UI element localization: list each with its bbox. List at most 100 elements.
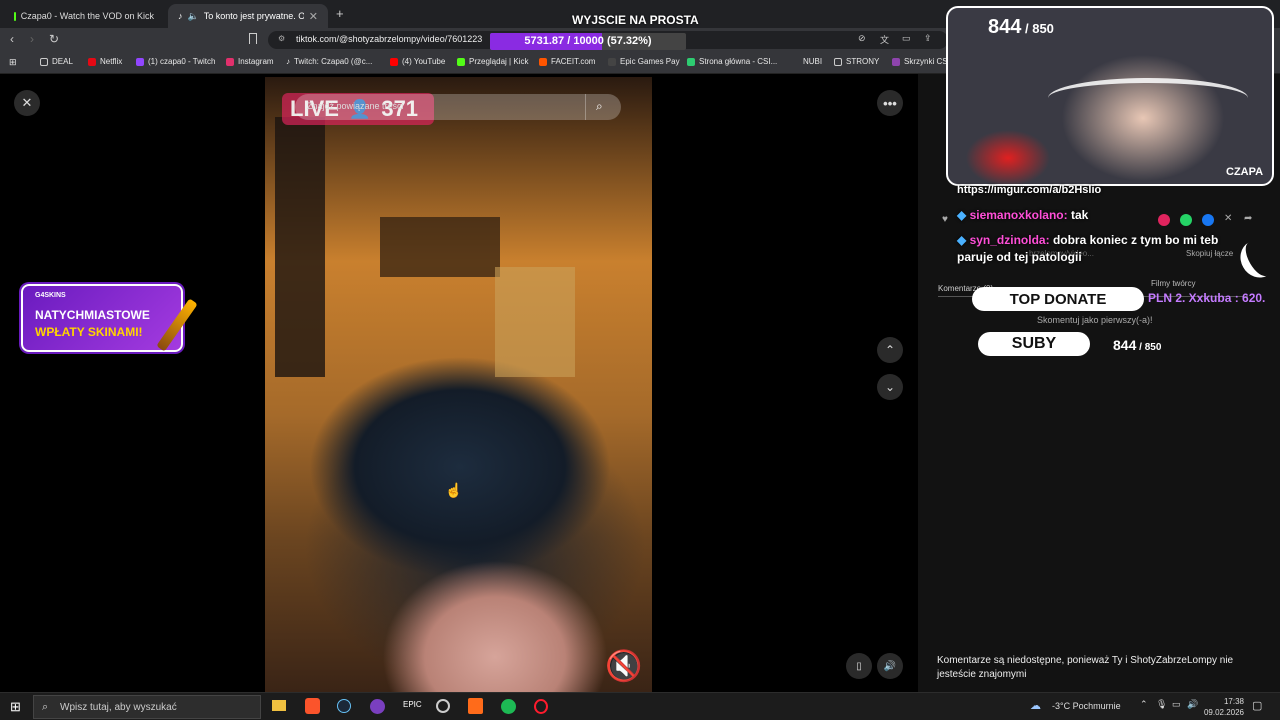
bookmark-label: NUBI xyxy=(803,57,823,66)
tray-chevron-icon[interactable]: ⌃ xyxy=(1140,699,1148,710)
epic-icon xyxy=(608,57,616,66)
mute-overlay-icon: 🔇 xyxy=(605,650,643,683)
bookmark-label: Twitch: Czapa0 (@c... xyxy=(294,57,373,66)
skrzynki-icon xyxy=(892,57,900,66)
tab-tiktok[interactable]: ♪ 🔈 To konto jest prywatne. Obse ✕ xyxy=(168,4,328,28)
bookmark-tiktok-czapa[interactable]: ♪ Twitch: Czapa0 (@c... xyxy=(286,57,372,66)
new-tab-icon[interactable]: + xyxy=(336,6,344,21)
bookmark-label: Epic Games Pay xyxy=(620,57,680,66)
csi-icon xyxy=(687,57,695,66)
forward-icon[interactable]: › xyxy=(30,32,34,46)
bookmark-nubi[interactable]: NUBI xyxy=(803,57,822,66)
next-video-icon[interactable]: ⌄ xyxy=(877,374,903,400)
close-tab-icon[interactable]: ✕ xyxy=(309,10,318,23)
creator-videos-tab[interactable]: Filmy twórcy xyxy=(1151,279,1195,288)
bookmark-netflix[interactable]: Netflix xyxy=(88,57,122,66)
bookmark-youtube[interactable]: (4) YouTube xyxy=(390,57,445,66)
apps-icon[interactable]: ⊞ xyxy=(9,57,17,68)
opera-icon[interactable] xyxy=(534,699,548,714)
volume-icon[interactable]: 🔊 xyxy=(877,653,903,679)
bookmark-label: STRONY xyxy=(846,57,880,66)
tab-kick-vod[interactable]: Czapa0 - Watch the VOD on Kick xyxy=(4,4,164,28)
promo-brand: G4SKINS xyxy=(35,292,66,299)
top-donate-entry: PLN 2. Xxkuba : 620. xyxy=(1148,291,1266,305)
close-icon[interactable]: ✕ xyxy=(14,90,40,116)
clock-date: 09.02.2026 xyxy=(1203,708,1244,717)
bookmark-skrzynki[interactable]: Skrzynki CS xyxy=(892,57,948,66)
spotify-icon[interactable] xyxy=(501,699,516,714)
bookmark-label: Strona główna - CSI... xyxy=(699,57,778,66)
obs-icon[interactable] xyxy=(436,699,450,713)
webcam-overlay: 844 / 850 CZAPA xyxy=(946,6,1274,186)
cam-sub-counter: 844 / 850 xyxy=(988,16,1054,38)
bookmark-icon[interactable] xyxy=(249,33,257,44)
taskbar-search-placeholder: Wpisz tutaj, aby wyszukać xyxy=(60,702,177,713)
tab-title: Czapa0 - Watch the VOD on Kick xyxy=(20,11,154,21)
mic-icon[interactable]: 🎙 xyxy=(1156,699,1167,710)
epic-games-icon[interactable]: EPIC xyxy=(403,700,422,709)
tab-title: To konto jest prywatne. Obse xyxy=(203,11,304,21)
bookmark-faceit[interactable]: FACEIT.com xyxy=(539,57,595,66)
promo-line2: WPŁATY SKINAMI! xyxy=(35,325,143,339)
reload-icon[interactable]: ↻ xyxy=(49,32,59,46)
bookmark-twitch[interactable]: (1) czapa0 - Twitch xyxy=(136,57,215,66)
neon-light xyxy=(1048,78,1248,118)
bookmark-label: (4) YouTube xyxy=(402,57,446,66)
app-icon[interactable] xyxy=(468,698,483,714)
notifications-icon[interactable]: ▢ xyxy=(1252,699,1262,712)
bookmark-label: Instagram xyxy=(238,57,274,66)
goal-progress-bar: 5731.87 / 10000 (57.32%) xyxy=(490,33,686,50)
back-icon[interactable]: ‹ xyxy=(10,32,14,46)
bookmark-strony[interactable]: STRONY xyxy=(834,57,879,66)
video-player[interactable]: ☝ LIVE 👤 371 Znajdź powiązane treści ⌕ 🔇 xyxy=(265,77,652,692)
mouse-cursor-icon: ☝ xyxy=(445,482,463,498)
chat-message: ◆ syn_dzinolda: dobra koniec z tym bo mi… xyxy=(957,232,1247,266)
translate-icon[interactable]: 文 xyxy=(880,33,889,46)
no-track-icon[interactable]: ⊘ xyxy=(858,33,866,44)
share-icon[interactable]: ⇪ xyxy=(924,33,932,44)
network-icon[interactable]: ▭ xyxy=(1172,699,1181,710)
previous-video-icon[interactable]: ⌃ xyxy=(877,337,903,363)
shelf-shape xyxy=(380,217,500,277)
suby-count: 844 xyxy=(1113,337,1137,353)
cabinet-shape xyxy=(495,267,575,377)
comments-disabled-message: Komentarze są niedostępne, ponieważ Ty i… xyxy=(937,655,1234,680)
weather-text[interactable]: -3°C Pochmurnie xyxy=(1052,701,1121,711)
screen-icon[interactable]: ▭ xyxy=(902,33,911,44)
bookmark-instagram[interactable]: Instagram xyxy=(226,57,274,66)
clock[interactable]: 17:38 09.02.2026 xyxy=(1200,696,1244,718)
tiktok-icon: ♪ xyxy=(178,11,183,21)
speaker-icon[interactable]: 🔊 xyxy=(1187,699,1198,710)
related-search-input[interactable]: Znajdź powiązane treści ⌕ xyxy=(295,94,621,120)
clock-time: 17:38 xyxy=(1223,697,1244,706)
bookmark-epic[interactable]: Epic Games Pay xyxy=(608,57,680,66)
site-info-icon[interactable]: ⚙ xyxy=(278,34,285,43)
search-icon[interactable]: ⌕ xyxy=(596,99,603,114)
suby-counter: 844 / 850 xyxy=(1113,337,1162,353)
taskbar-search-input[interactable]: ⌕ Wpisz tutaj, aby wyszukać xyxy=(33,695,261,719)
top-donate-label: TOP DONATE xyxy=(972,287,1144,311)
promo-line1: NATYCHMIASTOWE xyxy=(35,308,150,322)
windows-start-icon[interactable]: ⊞ xyxy=(10,699,21,715)
steam-icon[interactable] xyxy=(337,699,351,713)
goal-progress-text: 5731.87 / 10000 (57.32%) xyxy=(524,35,652,47)
file-explorer-icon[interactable] xyxy=(272,700,286,711)
more-options-icon[interactable]: ••• xyxy=(877,90,903,116)
chat-text: tak xyxy=(1070,208,1089,222)
bookmark-deal[interactable]: DEAL xyxy=(40,57,73,66)
like-icon[interactable]: ♥ xyxy=(942,214,948,225)
goal-title: WYJSCIE NA PROSTA xyxy=(572,13,699,27)
instagram-icon xyxy=(226,57,234,66)
bookmark-label: FACEIT.com xyxy=(551,57,596,66)
bookmark-label: Przeglądaj | Kick xyxy=(469,57,529,66)
brave-icon[interactable] xyxy=(305,698,320,714)
bookmark-kick[interactable]: Przeglądaj | Kick xyxy=(457,57,528,66)
netflix-icon xyxy=(88,57,96,66)
bookmark-csi[interactable]: Strona główna - CSI... xyxy=(687,57,777,66)
discord-icon[interactable] xyxy=(370,699,385,714)
url-text: tiktok.com/@shotyzabrzelompy/video/76012… xyxy=(296,34,483,44)
bookmark-label: DEAL xyxy=(52,57,73,66)
search-placeholder: Znajdź powiązane treści xyxy=(307,101,404,111)
pip-icon[interactable]: ▯ xyxy=(846,653,872,679)
kick-icon xyxy=(457,57,465,66)
